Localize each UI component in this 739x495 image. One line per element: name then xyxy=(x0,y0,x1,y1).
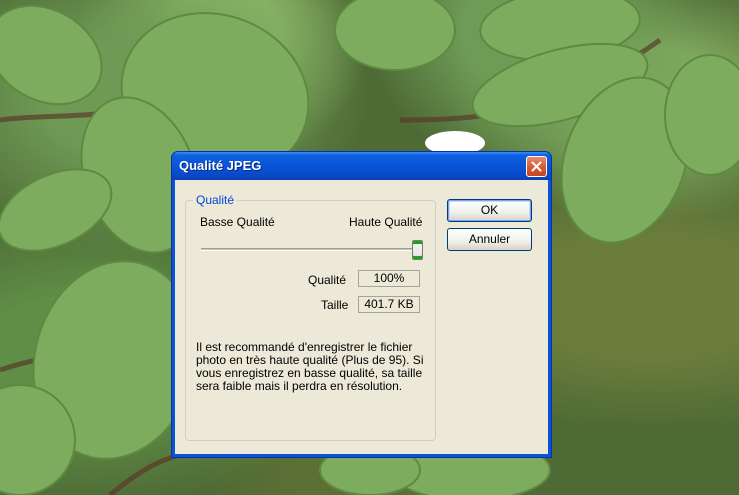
window-title: Qualité JPEG xyxy=(179,158,262,173)
high-quality-label: Haute Qualité xyxy=(349,215,423,229)
ok-button[interactable]: OK xyxy=(447,199,532,222)
title-bar[interactable]: Qualité JPEG xyxy=(172,152,551,180)
quality-group-legend: Qualité xyxy=(193,193,238,207)
quality-groupbox xyxy=(185,200,436,441)
quality-slider[interactable] xyxy=(201,240,423,260)
low-quality-label: Basse Qualité xyxy=(200,215,275,229)
recommendation-text: Il est recommandé d'enregistrer le fichi… xyxy=(196,340,424,393)
cancel-button[interactable]: Annuler xyxy=(447,228,532,251)
quality-slider-thumb[interactable] xyxy=(412,240,423,260)
close-x-icon xyxy=(531,161,542,172)
jpeg-quality-dialog: Qualité JPEG Qualité Basse Qualité Haute… xyxy=(171,151,552,458)
size-readout-label: Taille xyxy=(321,298,349,312)
dialog-client-area: Qualité Basse Qualité Haute Qualité Qual… xyxy=(175,180,548,454)
quality-readout-label: Qualité xyxy=(308,273,347,287)
quality-readout-value: 100% xyxy=(358,270,420,287)
size-readout-value: 401.7 KB xyxy=(358,296,420,313)
close-button[interactable] xyxy=(526,156,547,177)
